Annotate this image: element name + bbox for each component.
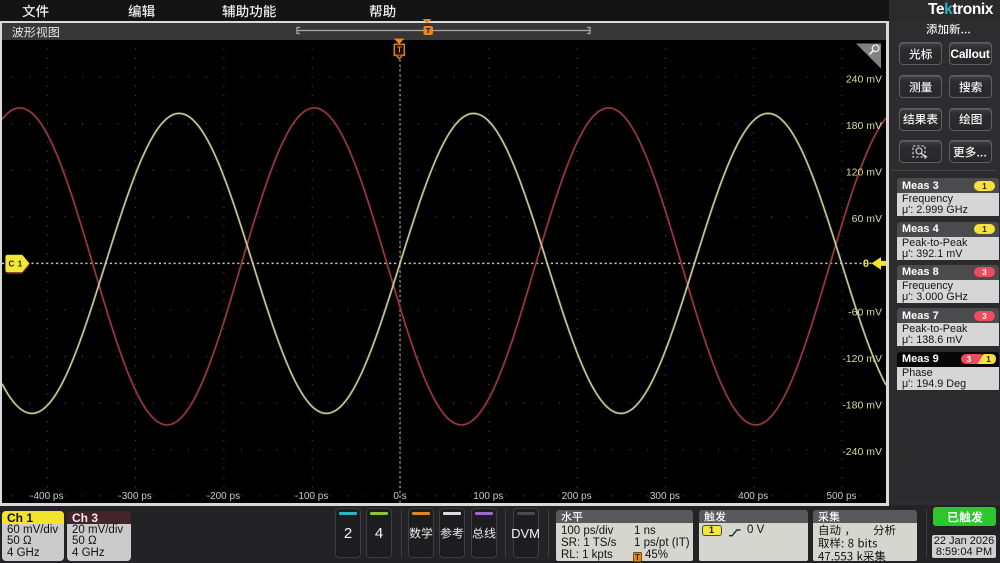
- svg-text:60 mV: 60 mV: [852, 213, 882, 225]
- svg-text:-120 mV: -120 mV: [842, 353, 882, 365]
- svg-text:T: T: [426, 26, 431, 35]
- svg-text:1: 1: [986, 355, 991, 364]
- svg-text:-100 ps: -100 ps: [295, 491, 328, 502]
- svg-text:0: 0: [863, 258, 869, 270]
- svg-text:T: T: [397, 46, 402, 55]
- svg-text:120 mV: 120 mV: [846, 167, 882, 179]
- svg-text:3: 3: [982, 312, 987, 321]
- svg-text:180 mV: 180 mV: [846, 120, 882, 132]
- svg-text:-400 ps: -400 ps: [30, 491, 63, 502]
- svg-text:200 ps: 200 ps: [562, 491, 592, 502]
- svg-text:3: 3: [967, 355, 972, 364]
- svg-text:-300 ps: -300 ps: [118, 491, 151, 502]
- svg-text:400 ps: 400 ps: [738, 491, 768, 502]
- svg-text:100 ps: 100 ps: [473, 491, 503, 502]
- svg-text:C 1: C 1: [9, 260, 23, 269]
- svg-text:500 ps: 500 ps: [826, 491, 856, 502]
- svg-text:-60 mV: -60 mV: [848, 306, 882, 318]
- svg-text:T: T: [635, 553, 640, 562]
- svg-text:1: 1: [982, 182, 987, 191]
- svg-text:0 s: 0 s: [393, 491, 406, 502]
- svg-text:-180 mV: -180 mV: [842, 400, 882, 412]
- svg-text:-200 ps: -200 ps: [207, 491, 240, 502]
- svg-text:3: 3: [982, 268, 987, 277]
- svg-text:-240 mV: -240 mV: [842, 446, 882, 458]
- svg-text:300 ps: 300 ps: [650, 491, 680, 502]
- svg-text:1: 1: [982, 225, 987, 234]
- svg-text:240 mV: 240 mV: [846, 73, 882, 85]
